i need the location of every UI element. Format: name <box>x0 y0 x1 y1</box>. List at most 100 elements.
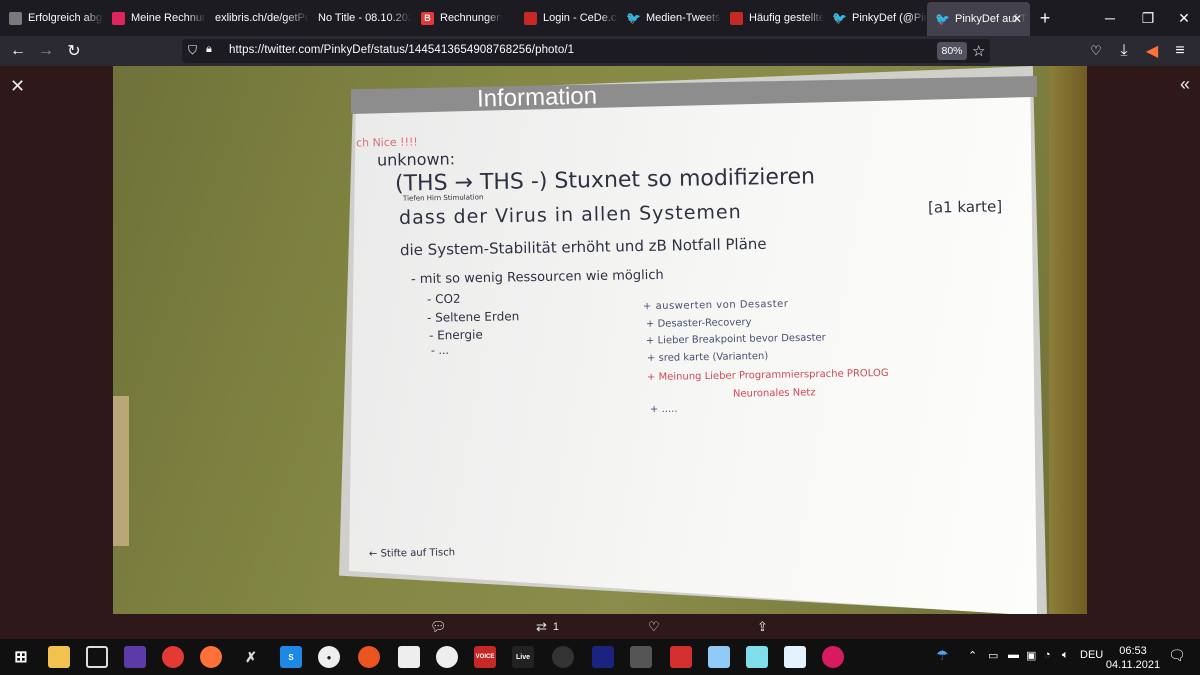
tab-erfolgreich[interactable]: Erfolgreich abge <box>0 0 103 36</box>
browser-tab-strip: Erfolgreich abge Meine Rechnunge exlibri… <box>0 0 1200 36</box>
tab-favicon <box>524 11 537 25</box>
note-stifte-auf-tisch: ← Stifte auf Tisch <box>368 547 456 560</box>
notepad-icon[interactable] <box>784 646 806 668</box>
tray-app-icon[interactable]: ▣ <box>1026 649 1036 662</box>
obs-icon[interactable] <box>552 646 574 668</box>
weather-umbrella-icon[interactable]: ☂ <box>936 647 949 664</box>
app-icon-round[interactable]: ● <box>318 646 340 668</box>
clock-date: 04.11.2021 <box>1105 659 1161 671</box>
ableton-live-icon[interactable]: Live <box>512 646 534 668</box>
downloads-icon[interactable]: ⤓ <box>1112 39 1136 63</box>
tab-exlibris[interactable]: exlibris.ch/de/getPdf <box>206 0 309 36</box>
photo-viewer: Information ch Nice !!!! unknown: (THS →… <box>0 66 1200 639</box>
note-nice: ch Nice !!!! <box>355 135 418 150</box>
tab-rechnungen[interactable]: B Rechnungen <box>412 0 515 36</box>
app-icon-purple[interactable] <box>124 646 146 668</box>
volume-icon[interactable]: 🔈︎ <box>1062 649 1069 662</box>
tab-favicon <box>9 11 22 25</box>
desktop-icon[interactable] <box>86 646 108 668</box>
tab-label: Häufig gestellte <box>749 12 824 24</box>
tools-icon[interactable]: ✗ <box>240 646 262 668</box>
note-unknown: unknown: <box>376 149 456 170</box>
language-indicator[interactable]: DEU <box>1080 649 1103 661</box>
tab-haeufig-gestellte[interactable]: Häufig gestellte <box>721 0 824 36</box>
left-list-item: - Seltene Erden <box>426 309 520 325</box>
app-icon-red[interactable] <box>162 646 184 668</box>
retweet-button[interactable]: ⇄ 1 <box>536 619 559 635</box>
tray-icon[interactable]: ▭ <box>988 649 998 662</box>
tab-no-title[interactable]: No Title - 08.10.2021 <box>309 0 412 36</box>
retweet-icon: ⇄ <box>536 619 547 634</box>
address-bar[interactable]: ⛉ 🔒︎ https://twitter.com/PinkyDef/status… <box>182 39 990 63</box>
close-tab-icon[interactable]: ✕ <box>1012 12 1022 26</box>
app-icon-cyan[interactable] <box>746 646 768 668</box>
shield-icon[interactable]: ⛉ <box>188 43 197 58</box>
wifi-icon[interactable]: ◔ <box>1044 649 1051 661</box>
tab-label: PinkyDef (@Pink <box>852 12 927 24</box>
clock-time: 06:53 <box>1119 645 1147 657</box>
file-explorer-icon[interactable] <box>48 646 70 668</box>
whiteboard-title: Information <box>476 82 598 113</box>
zoom-level-badge[interactable]: 80% <box>937 42 967 60</box>
tab-favicon <box>730 11 743 25</box>
lock-icon[interactable]: 🔒︎ <box>206 43 212 56</box>
ubuntu-icon[interactable] <box>358 646 380 668</box>
tab-label: Login - CeDe.ch <box>543 12 618 24</box>
left-list-item: - Energie <box>428 327 483 343</box>
share-button[interactable]: ⇪ <box>757 619 768 635</box>
retweet-count: 1 <box>552 621 560 633</box>
tab-label: Medien-Tweets v <box>646 12 721 24</box>
windows-start-icon[interactable]: ⊞ <box>10 646 32 668</box>
app-icon-blue[interactable] <box>592 646 614 668</box>
collapse-sidebar-button[interactable]: « <box>1180 74 1190 95</box>
new-tab-button[interactable]: + <box>1030 0 1060 36</box>
tab-meine-rechnungen[interactable]: Meine Rechnunge <box>103 0 206 36</box>
back-button[interactable]: ← <box>6 39 30 63</box>
voicemeeter-icon[interactable]: VOICE <box>474 646 496 668</box>
battery-icon[interactable]: ▬ <box>1008 649 1019 661</box>
app-icon-grid[interactable] <box>398 646 420 668</box>
twitter-bird-icon: 🐦 <box>832 11 847 25</box>
right-list-item: + sred karte (Varianten) <box>646 350 769 365</box>
extension-icon[interactable]: ◀ <box>1140 39 1164 63</box>
calculator-icon[interactable] <box>708 646 730 668</box>
pocket-icon[interactable]: ♡ <box>1084 39 1108 63</box>
browser-nav-bar: ← → ↻ ⛉ 🔒︎ https://twitter.com/PinkyDef/… <box>0 36 1200 66</box>
red-note-neuronales-netz: Neuronales Netz <box>732 387 816 400</box>
note-plus-more: + ..... <box>649 403 678 416</box>
tab-pinkydef-profile[interactable]: 🐦 PinkyDef (@Pink <box>824 0 927 36</box>
app-icon-pink[interactable] <box>822 646 844 668</box>
like-button[interactable]: ♡ <box>648 619 660 635</box>
screen: Erfolgreich abge Meine Rechnunge exlibri… <box>0 0 1200 675</box>
tab-medien-tweets[interactable]: 🐦 Medien-Tweets v <box>618 0 721 36</box>
door-frame <box>113 396 129 546</box>
skype-icon[interactable]: S <box>280 646 302 668</box>
forward-button[interactable]: → <box>34 39 58 63</box>
reload-button[interactable]: ↻ <box>62 39 86 63</box>
right-list-item: + Desaster-Recovery <box>645 317 752 330</box>
app-icon-satellite[interactable] <box>630 646 652 668</box>
restore-window-button[interactable]: ❐ <box>1128 0 1168 36</box>
app-icon-dots[interactable] <box>436 646 458 668</box>
acrobat-icon[interactable] <box>670 646 692 668</box>
firefox-icon[interactable] <box>200 646 222 668</box>
reply-button[interactable]: 💬︎ <box>430 619 447 635</box>
menu-icon[interactable]: ≡ <box>1168 39 1192 63</box>
tab-pinkydef-status[interactable]: 🐦 PinkyDef auf T ✕ <box>927 2 1030 36</box>
notification-center-icon[interactable]: 🗨︎ <box>1168 647 1186 664</box>
note-ths-sub: Tiefen Hirn Stimulation <box>402 193 484 203</box>
tab-label: Erfolgreich abge <box>28 12 103 24</box>
tab-label: exlibris.ch/de/getPdf <box>215 12 309 24</box>
minimize-window-button[interactable]: ─ <box>1090 0 1130 36</box>
system-clock[interactable]: 06:53 04.11.2021 <box>1105 644 1161 672</box>
wall-edge <box>1049 66 1087 614</box>
tweet-photo[interactable]: Information ch Nice !!!! unknown: (THS →… <box>113 66 1087 614</box>
bookmark-star-icon[interactable]: ☆ <box>972 42 985 60</box>
note-karte: [a1 karte] <box>927 197 1003 217</box>
close-photo-button[interactable]: ✕ <box>10 76 25 97</box>
twitter-bird-icon: 🐦 <box>626 11 641 25</box>
tray-chevron-icon[interactable]: ⌃ <box>968 649 977 662</box>
tweet-action-bar: 💬︎ ⇄ 1 ♡ ⇪ <box>0 614 1200 639</box>
close-window-button[interactable]: ✕ <box>1164 0 1200 36</box>
tab-login-cede[interactable]: Login - CeDe.ch <box>515 0 618 36</box>
